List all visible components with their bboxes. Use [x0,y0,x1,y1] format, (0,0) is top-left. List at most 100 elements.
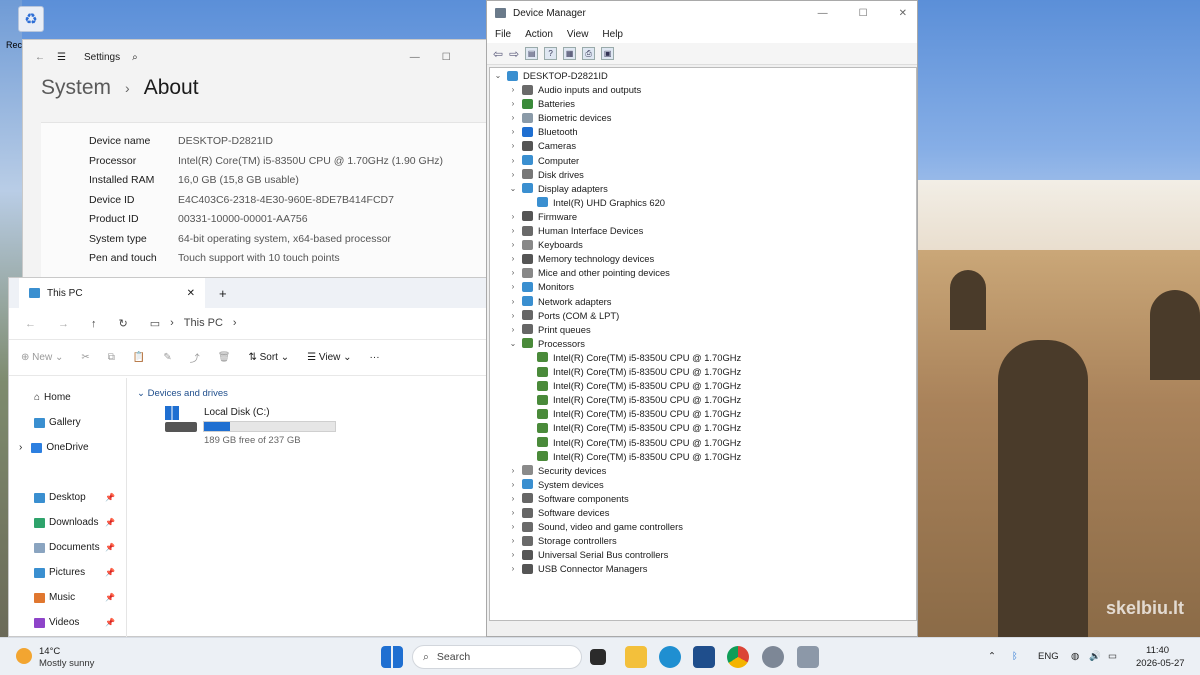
print-icon[interactable]: ⎙ [582,47,596,60]
up-arrow-icon[interactable]: ↑ [91,318,97,330]
chevron-right-icon[interactable]: › [509,494,517,503]
chevron-right-icon[interactable]: › [509,85,517,94]
device-category[interactable]: › Biometric devices [509,112,612,123]
device-category[interactable]: › Ports (COM & LPT) [509,310,620,321]
device-category[interactable]: › Disk drives [509,169,584,180]
device-category[interactable]: › Audio inputs and outputs [509,84,642,95]
chevron-right-icon[interactable]: › [509,297,517,306]
nav-item-home[interactable]: ⌂ Home [34,392,71,403]
device-category[interactable]: › Keyboards [509,239,583,250]
device-category[interactable]: › Monitors [509,281,574,292]
device-category[interactable]: › Universal Serial Bus controllers [509,549,669,560]
drive-icon[interactable] [165,406,199,436]
device-category[interactable]: › Storage controllers [509,535,617,546]
device-item[interactable]: Intel(R) Core(TM) i5-8350U CPU @ 1.70GHz [524,437,741,448]
nav-item-downloads[interactable]: Downloads [34,517,98,528]
device-item[interactable]: Intel(R) UHD Graphics 620 [524,197,665,208]
nav-item-desktop[interactable]: Desktop [34,492,86,503]
more-options-icon[interactable]: ··· [370,352,380,363]
breadcrumb[interactable]: ▭ › This PC › [150,317,237,330]
device-item[interactable]: Intel(R) Core(TM) i5-8350U CPU @ 1.70GHz [524,366,741,377]
chevron-right-icon[interactable]: › [509,170,517,179]
new-tab-icon[interactable]: + [219,286,227,301]
edge-icon[interactable] [659,646,681,668]
nav-item-documents[interactable]: Documents [34,542,100,553]
nav-item-videos[interactable]: Videos [34,617,79,628]
device-item[interactable]: Intel(R) Core(TM) i5-8350U CPU @ 1.70GHz [524,394,741,405]
recycle-bin-icon[interactable]: ♻ [18,6,44,32]
chevron-right-icon[interactable]: › [509,240,517,249]
menu-help[interactable]: Help [602,29,623,40]
weather-desc[interactable]: Mostly sunny [39,658,94,669]
copy-icon[interactable]: ⧉ [108,352,115,363]
device-category[interactable]: › Software devices [509,507,610,518]
chevron-right-icon[interactable]: › [509,564,517,573]
settings-gear-icon[interactable] [762,646,784,668]
chevron-right-icon[interactable]: › [509,536,517,545]
weather-sun-icon[interactable] [16,648,32,664]
device-item[interactable]: Intel(R) Core(TM) i5-8350U CPU @ 1.70GHz [524,422,741,433]
chrome-icon[interactable] [727,646,749,668]
device-category[interactable]: › Mice and other pointing devices [509,267,670,278]
chevron-right-icon[interactable]: › [509,127,517,136]
pin-icon[interactable]: 📌 [105,568,115,577]
new-button[interactable]: ⊕ New ⌄ [21,352,63,363]
sort-button[interactable]: ⇅ Sort ⌄ [248,352,289,363]
device-category[interactable]: › Network adapters [509,296,612,307]
nav-item-onedrive[interactable]: › OneDrive [19,442,89,453]
file-explorer-icon[interactable] [625,646,647,668]
device-item[interactable]: Intel(R) Core(TM) i5-8350U CPU @ 1.70GHz [524,408,741,419]
chevron-up-icon[interactable]: ⌃ [988,651,996,662]
close-icon[interactable]: ✕ [899,8,907,19]
cut-icon[interactable]: ✂ [81,352,89,363]
device-category[interactable]: › Batteries [509,98,575,109]
device-category[interactable]: › Cameras [509,140,576,151]
help-icon[interactable]: ? [544,47,558,60]
nav-item-music[interactable]: Music [34,592,75,603]
device-category[interactable]: › USB Connector Managers [509,563,648,574]
chevron-down-icon[interactable]: ⌄ [509,339,517,348]
clock-date[interactable]: 2026-05-27 [1136,658,1185,669]
pin-icon[interactable]: 📌 [105,493,115,502]
refresh-icon[interactable]: ↻ [119,317,128,330]
bluetooth-icon[interactable]: ᛒ [1012,651,1018,662]
chevron-right-icon[interactable]: › [509,141,517,150]
update-driver-icon[interactable]: ▦ [563,47,577,60]
start-button[interactable] [381,646,403,668]
weather-temp[interactable]: 14°C [39,646,60,657]
device-category[interactable]: › Firmware [509,211,577,222]
volume-icon[interactable]: 🔊 [1089,651,1101,662]
view-button[interactable]: ☰ View ⌄ [307,352,351,363]
pin-icon[interactable]: 📌 [105,543,115,552]
device-category[interactable]: › Bluetooth [509,126,578,137]
drive-name[interactable]: Local Disk (C:) [204,407,270,418]
forward-arrow-icon[interactable]: ⇨ [509,47,519,61]
device-manager-taskbar-icon[interactable] [797,646,819,668]
device-item[interactable]: Intel(R) Core(TM) i5-8350U CPU @ 1.70GHz [524,451,741,462]
device-category[interactable]: › Human Interface Devices [509,225,644,236]
pin-icon[interactable]: 📌 [105,593,115,602]
chevron-right-icon[interactable]: › [509,268,517,277]
chevron-down-icon[interactable]: ⌄ [494,71,502,80]
tree-root[interactable]: ⌄ DESKTOP-D2821ID [494,70,608,81]
device-item[interactable]: Intel(R) Core(TM) i5-8350U CPU @ 1.70GHz [524,380,741,391]
device-category[interactable]: › Print queues [509,324,591,335]
language-indicator[interactable]: ENG [1038,651,1059,662]
search-box[interactable]: ⌕ Search [412,645,582,669]
close-icon[interactable]: ✕ [187,288,195,299]
nav-item-gallery[interactable]: Gallery [34,417,81,428]
device-category[interactable]: ⌄ Display adapters [509,183,608,194]
maximize-icon[interactable]: ☐ [442,52,451,63]
chevron-down-icon[interactable]: ⌄ [509,184,517,193]
chevron-right-icon[interactable]: › [509,156,517,165]
chevron-right-icon[interactable]: › [509,550,517,559]
minimize-icon[interactable]: — [410,52,420,63]
back-arrow-icon[interactable]: ← [25,318,36,330]
back-arrow-icon[interactable]: ← [35,52,45,63]
tab-this-pc[interactable]: This PC ✕ [19,278,205,308]
menu-file[interactable]: File [495,29,511,40]
network-icon[interactable]: ◍ [1071,651,1079,662]
device-category[interactable]: › Sound, video and game controllers [509,521,683,532]
device-category[interactable]: › Software components [509,493,629,504]
device-category[interactable]: › System devices [509,479,604,490]
